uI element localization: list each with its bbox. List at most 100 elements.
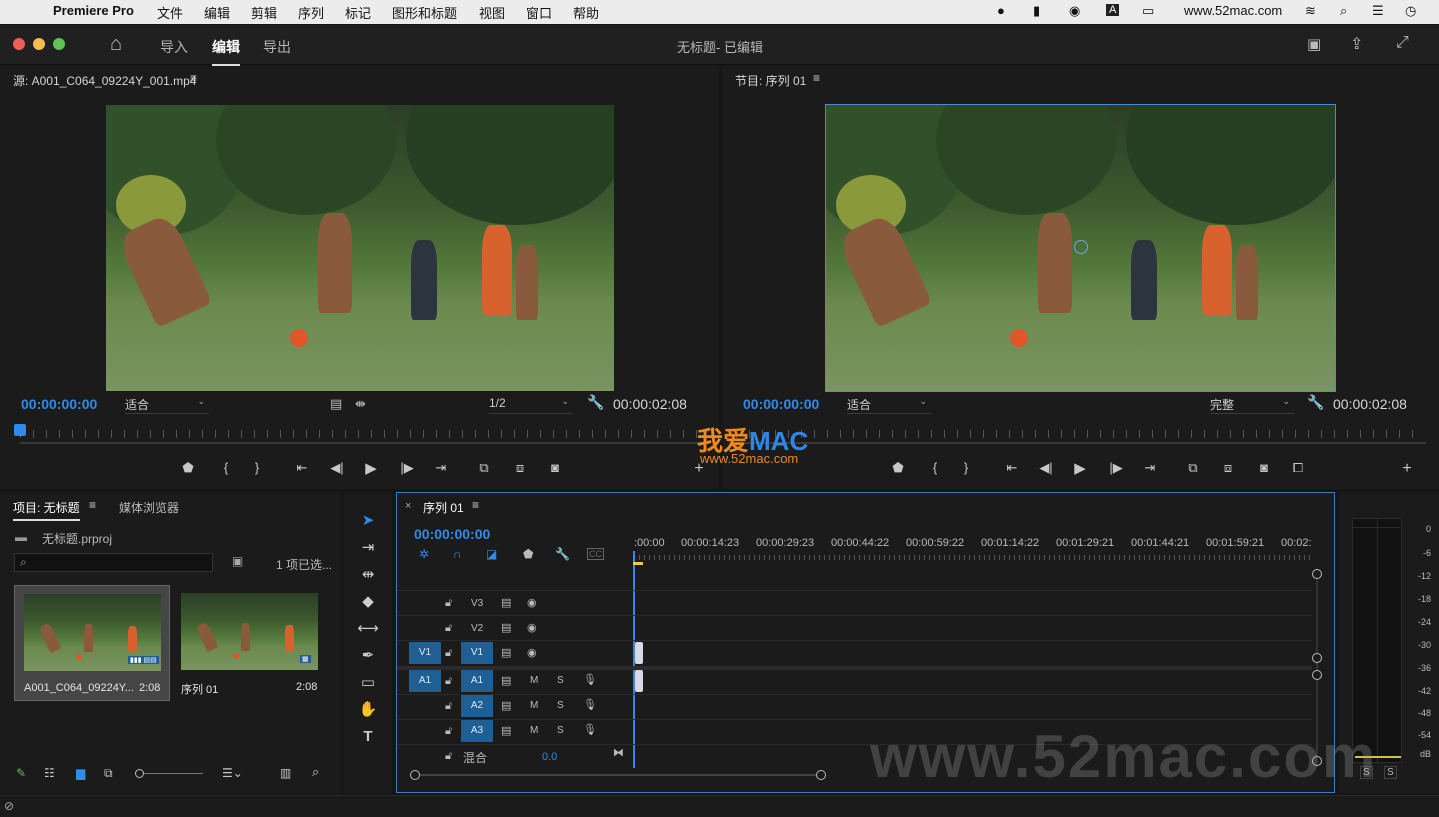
list-view-icon[interactable]: ☷ — [44, 766, 55, 780]
hand-tool-icon[interactable]: ✋ — [357, 699, 379, 721]
lock-icon[interactable]: 🔓︎ — [445, 622, 452, 635]
timeline-ruler-labels[interactable]: :00:00 00:00:14:23 00:00:29:23 00:00:44:… — [634, 537, 1324, 551]
track-target-a2[interactable]: A2 — [461, 695, 493, 717]
microphone-icon[interactable]: 🎙︎ — [583, 723, 597, 736]
sync-lock-icon[interactable]: ▤ — [501, 674, 511, 687]
wrench-icon[interactable]: 🔧 — [1307, 394, 1324, 411]
home-icon[interactable]: ⌂ — [110, 33, 122, 56]
lock-icon[interactable]: 🔓︎ — [445, 597, 452, 610]
mute-button[interactable]: M — [530, 700, 538, 711]
zoom-window-button[interactable] — [53, 38, 65, 50]
add-marker-icon[interactable]: ⬟ — [888, 460, 908, 476]
tab-edit[interactable]: 编辑 — [212, 37, 240, 66]
insert-overlay-icon[interactable]: ⇼ — [355, 396, 366, 412]
source-timecode[interactable]: 00:00:00:00 — [21, 396, 97, 412]
automate-icon[interactable]: ▥ — [280, 766, 291, 780]
timeline-timecode[interactable]: 00:00:00:00 — [414, 526, 490, 542]
battery-icon[interactable]: ▭ — [1142, 3, 1154, 19]
eye-icon[interactable]: ◉ — [527, 621, 537, 634]
track-target-v1[interactable]: V1 — [461, 642, 493, 664]
mouse-icon[interactable]: ▮ — [1033, 3, 1040, 19]
nest-icon[interactable]: ✲ — [419, 547, 429, 561]
eye-icon[interactable]: ◉ — [527, 646, 537, 659]
sync-lock-icon[interactable]: ▤ — [501, 699, 511, 712]
control-center-icon[interactable]: ☰ — [1372, 3, 1384, 19]
menu-file[interactable]: 文件 — [157, 3, 183, 22]
cloud-status-icon[interactable]: ⊘ — [4, 799, 14, 813]
track-label-v2[interactable]: V2 — [471, 623, 483, 634]
vscroll-handle[interactable] — [1312, 670, 1322, 680]
input-method-icon[interactable]: A — [1106, 4, 1120, 16]
video-clip[interactable] — [635, 642, 643, 664]
menu-help[interactable]: 帮助 — [573, 3, 599, 22]
go-to-out-icon[interactable]: ⇥ — [431, 460, 451, 476]
source-zoom-select[interactable]: 适合 ⌄ — [125, 396, 209, 414]
sync-lock-icon[interactable]: ▤ — [501, 646, 511, 659]
settings-icon[interactable]: ▤ — [330, 396, 342, 412]
program-video-frame[interactable] — [825, 104, 1336, 392]
vscroll-handle[interactable] — [1312, 569, 1322, 579]
snap-icon[interactable]: ∩ — [453, 547, 462, 561]
tab-media-browser[interactable]: 媒体浏览器 — [119, 499, 179, 516]
timeline-horizontal-scrollbar[interactable] — [415, 774, 823, 776]
scroll-handle-left[interactable] — [410, 770, 420, 780]
slip-tool-icon[interactable]: ⟷ — [357, 618, 379, 640]
quick-export-icon[interactable]: ▣ — [1307, 35, 1321, 53]
linked-selection-icon[interactable]: ◪ — [486, 547, 497, 561]
mute-button[interactable]: M — [530, 725, 538, 736]
bell-icon[interactable]: ● — [997, 3, 1005, 18]
mark-in-icon[interactable]: { — [216, 460, 236, 475]
lock-icon[interactable]: 🔓︎ — [445, 725, 452, 738]
icon-view-icon[interactable]: ▆ — [76, 766, 85, 780]
solo-button[interactable]: S — [557, 700, 564, 711]
spotlight-icon[interactable]: ⌕ — [1340, 3, 1347, 19]
program-scroll-bar[interactable] — [736, 442, 1426, 444]
timeline-ruler-ticks[interactable] — [634, 555, 1312, 560]
share-icon[interactable]: ⇪ — [1350, 34, 1363, 54]
tab-export[interactable]: 导出 — [263, 37, 291, 57]
source-resolution-select[interactable]: 1/2 ⌄ — [489, 396, 573, 414]
source-time-ruler[interactable] — [20, 430, 700, 438]
play-icon[interactable]: ▶ — [361, 459, 381, 477]
menu-markers[interactable]: 标记 — [345, 3, 371, 22]
mark-out-icon[interactable]: } — [247, 460, 267, 475]
comparison-view-icon[interactable]: ⧠ — [1288, 460, 1308, 476]
sync-lock-icon[interactable]: ▤ — [501, 724, 511, 737]
wrench-icon[interactable]: 🔧 — [555, 547, 570, 561]
razor-tool-icon[interactable]: ◆ — [357, 591, 379, 613]
extract-icon[interactable]: ⧈ — [1218, 460, 1238, 476]
program-monitor-title[interactable]: 节目: 序列 01 — [735, 72, 806, 89]
project-item-sequence[interactable]: ▦ 序列 01 2:08 — [172, 585, 327, 701]
eye-icon[interactable]: ◉ — [527, 596, 537, 609]
creative-cloud-icon[interactable]: ◉ — [1069, 3, 1080, 19]
track-select-icon[interactable]: ⇥ — [357, 537, 379, 559]
go-to-out-icon[interactable]: ⇥ — [1140, 460, 1160, 476]
camera-icon[interactable]: ◙ — [1254, 460, 1274, 475]
program-timecode[interactable]: 00:00:00:00 — [743, 396, 819, 412]
vscroll-handle[interactable] — [1312, 653, 1322, 663]
tab-import[interactable]: 导入 — [160, 37, 188, 57]
fullscreen-icon[interactable]: ⤢ — [1396, 34, 1409, 52]
source-scroll-bar[interactable] — [20, 442, 710, 444]
go-to-in-icon[interactable]: ⇤ — [292, 460, 312, 476]
track-label-v3[interactable]: V3 — [471, 598, 483, 609]
add-button-icon[interactable]: + — [1397, 460, 1417, 478]
microphone-icon[interactable]: 🎙︎ — [583, 673, 597, 686]
mix-volume-value[interactable]: 0.0 — [542, 751, 557, 763]
source-playhead[interactable] — [14, 424, 26, 436]
menu-clip[interactable]: 剪辑 — [251, 3, 277, 22]
solo-right-button[interactable]: S — [1384, 766, 1397, 779]
track-target-a1[interactable]: A1 — [461, 670, 493, 692]
project-item-clip[interactable]: ▮▮▮ ▤▤ A001_C064_09224Y... 2:08 — [14, 585, 170, 701]
pencil-icon[interactable]: ✎ — [16, 766, 26, 780]
audio-clip[interactable] — [635, 670, 643, 692]
overwrite-icon[interactable]: ⧈ — [510, 460, 530, 476]
source-patch-v1[interactable]: V1 — [409, 642, 441, 664]
minimize-window-button[interactable] — [33, 38, 45, 50]
mute-button[interactable]: M — [530, 675, 538, 686]
mark-in-icon[interactable]: { — [925, 460, 945, 475]
project-panel-menu-icon[interactable]: ≡ — [89, 498, 96, 512]
step-back-icon[interactable]: ◀| — [327, 460, 347, 476]
solo-button[interactable]: S — [557, 675, 564, 686]
thumbnail-size-slider[interactable] — [135, 769, 203, 778]
